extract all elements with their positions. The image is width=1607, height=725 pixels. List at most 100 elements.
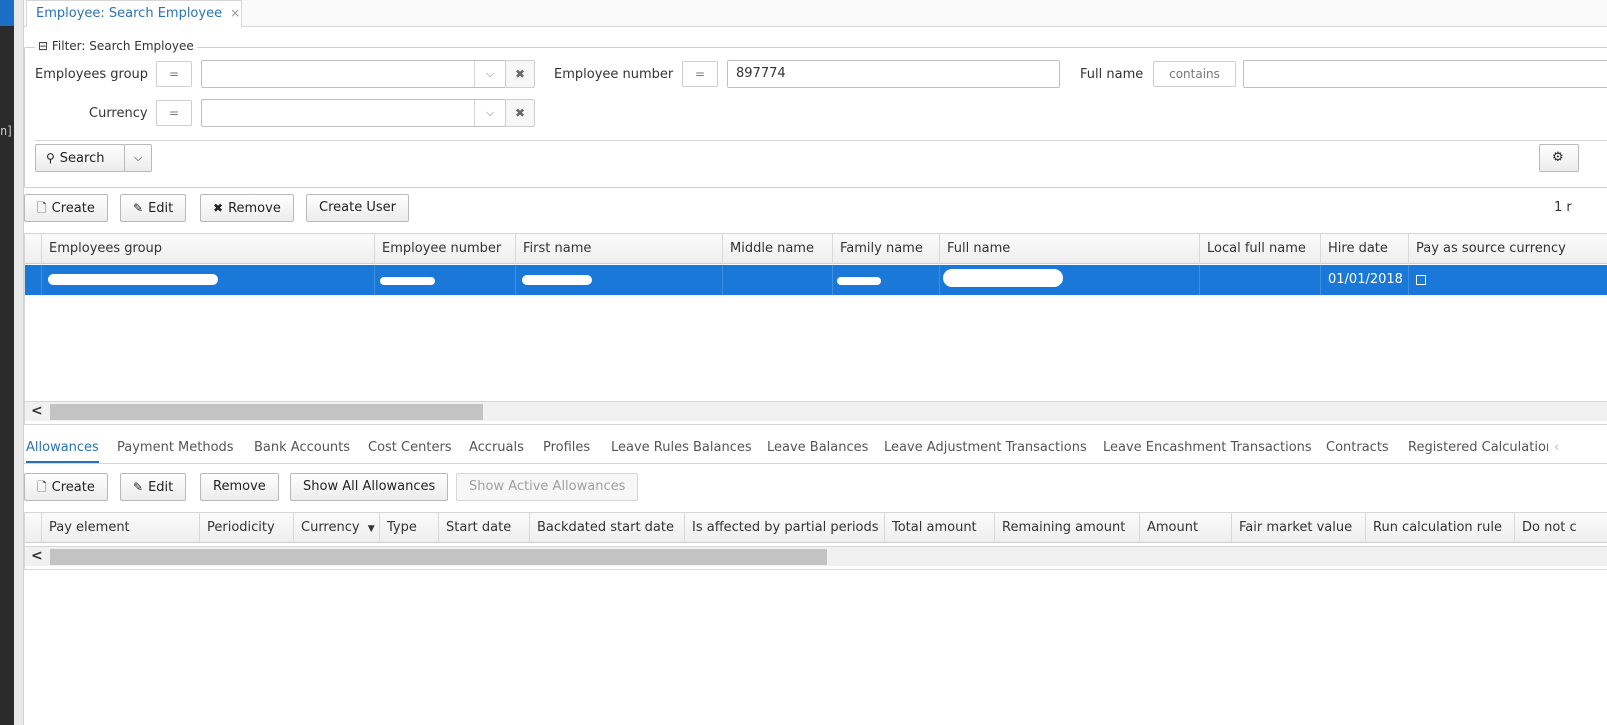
- tab-contracts[interactable]: Contracts: [1326, 440, 1389, 455]
- column-header[interactable]: Fair market value: [1232, 513, 1366, 543]
- redaction-mark: [380, 277, 435, 285]
- currency-combo[interactable]: ⌵: [201, 99, 506, 127]
- column-header[interactable]: Currency ▼: [294, 513, 380, 543]
- scrollbar-thumb[interactable]: [50, 549, 827, 565]
- pencil-icon: ✎: [133, 480, 144, 494]
- column-header[interactable]: Backdated start date: [530, 513, 685, 543]
- currency-operator[interactable]: =: [156, 100, 192, 126]
- table-row[interactable]: 01/01/2018: [25, 265, 1607, 295]
- full-name-cell: [940, 265, 1200, 295]
- employee-search-app: Employee: Search Employee × ⊟ Filter: Sea…: [24, 0, 1607, 725]
- pencil-icon: ✎: [133, 201, 144, 215]
- tab-cost-centers[interactable]: Cost Centers: [368, 440, 452, 455]
- tab-close-icon[interactable]: ×: [230, 6, 240, 20]
- employees-group-operator[interactable]: =: [156, 61, 192, 87]
- tab-search-employee[interactable]: Employee: Search Employee ×: [26, 0, 242, 27]
- checkbox-icon[interactable]: [1416, 274, 1426, 285]
- first-name-cell: [516, 265, 723, 295]
- column-header[interactable]: Middle name: [723, 234, 833, 264]
- left-strip-text: n]: [0, 124, 13, 138]
- column-header[interactable]: Family name: [833, 234, 940, 264]
- detail-tabs: Allowances Payment Methods Bank Accounts…: [24, 436, 1607, 464]
- filter-collapse-toggle[interactable]: ⊟ Filter: Search Employee: [35, 39, 197, 53]
- column-header[interactable]: Amount: [1140, 513, 1232, 543]
- column-header[interactable]: Pay element: [42, 513, 200, 543]
- tab-leave-encashment-transactions[interactable]: Leave Encashment Transactions: [1103, 440, 1312, 455]
- pay-as-source-currency-cell: [1409, 265, 1607, 295]
- remove-button[interactable]: ✖ Remove: [200, 194, 294, 222]
- full-name-label: Full name: [1080, 67, 1144, 82]
- tab-leave-balances[interactable]: Leave Balances: [767, 440, 868, 455]
- scroll-left-icon[interactable]: <: [31, 403, 43, 419]
- search-button[interactable]: ⚲ Search: [35, 144, 125, 172]
- column-header[interactable]: Employees group: [42, 234, 375, 264]
- tab-leave-rules-balances[interactable]: Leave Rules Balances: [611, 440, 752, 455]
- column-header[interactable]: Employee number: [375, 234, 516, 264]
- column-header[interactable]: Run calculation rule: [1366, 513, 1515, 543]
- column-header[interactable]: Remaining amount: [995, 513, 1140, 543]
- filter-panel: ⊟ Filter: Search Employee Employees grou…: [24, 39, 1607, 188]
- employee-number-label: Employee number: [554, 67, 674, 82]
- search-options-button[interactable]: ⌵: [124, 144, 152, 172]
- table-horizontal-scrollbar[interactable]: <: [25, 401, 1607, 421]
- full-name-operator[interactable]: contains: [1153, 61, 1236, 87]
- column-header[interactable]: Local full name: [1200, 234, 1321, 264]
- column-header[interactable]: Type: [380, 513, 439, 543]
- currency-column-label: Currency: [301, 520, 360, 535]
- scroll-left-icon[interactable]: <: [31, 548, 43, 564]
- show-active-allowances-button[interactable]: Show Active Allowances: [456, 473, 639, 501]
- employees-table: Employees group Employee number First na…: [24, 233, 1607, 425]
- scrollbar-thumb[interactable]: [50, 404, 483, 420]
- search-button-label: Search: [59, 151, 105, 166]
- clear-currency-icon[interactable]: ✖: [505, 99, 535, 127]
- allowance-create-button[interactable]: 🗋 Create: [24, 473, 108, 501]
- show-all-allowances-button[interactable]: Show All Allowances: [290, 473, 449, 501]
- allowance-remove-label: Remove: [213, 479, 266, 494]
- allowance-remove-button[interactable]: Remove: [200, 473, 279, 501]
- edit-button-label: Edit: [148, 201, 174, 216]
- family-name-cell: [833, 265, 940, 295]
- tab-allowances[interactable]: Allowances: [26, 440, 99, 455]
- left-window-strip: n]: [0, 0, 14, 725]
- chevron-down-icon[interactable]: ⌵: [474, 61, 505, 87]
- allowances-horizontal-scrollbar[interactable]: <: [25, 546, 1607, 566]
- chevron-down-icon: ⌵: [133, 151, 143, 164]
- column-header[interactable]: Pay as source currency: [1409, 234, 1607, 264]
- tab-registered-calculation[interactable]: Registered Calculation: [1408, 440, 1548, 455]
- tab-bar: Employee: Search Employee ×: [24, 0, 1607, 27]
- column-header[interactable]: Do not c: [1515, 513, 1607, 543]
- new-document-icon: 🗋: [37, 201, 47, 215]
- tabs-scroll-left-icon[interactable]: ‹: [1554, 440, 1559, 455]
- filter-settings-button[interactable]: ⚙: [1539, 144, 1579, 172]
- allowance-edit-button[interactable]: ✎ Edit: [120, 473, 187, 501]
- tab-title: Employee: Search Employee: [36, 6, 223, 21]
- tab-leave-adjustment-transactions[interactable]: Leave Adjustment Transactions: [884, 440, 1087, 455]
- show-active-allowances-label: Show Active Allowances: [469, 479, 626, 494]
- column-header[interactable]: Hire date: [1321, 234, 1409, 264]
- record-count: 1 r: [1554, 200, 1572, 215]
- create-button[interactable]: 🗋 Create: [24, 194, 108, 222]
- column-header[interactable]: Is affected by partial periods: [685, 513, 885, 543]
- column-header[interactable]: First name: [516, 234, 723, 264]
- edit-button[interactable]: ✎ Edit: [120, 194, 187, 222]
- column-header[interactable]: Total amount: [885, 513, 995, 543]
- employees-group-combo[interactable]: ⌵: [201, 60, 506, 88]
- gear-icon: ⚙: [1552, 150, 1564, 165]
- clear-employees-group-icon[interactable]: ✖: [505, 60, 535, 88]
- employee-number-operator[interactable]: =: [682, 61, 718, 87]
- create-user-button[interactable]: Create User: [306, 194, 409, 222]
- column-header[interactable]: Start date: [439, 513, 530, 543]
- column-header[interactable]: Full name: [940, 234, 1200, 264]
- redaction-mark: [48, 274, 218, 285]
- left-gutter: [14, 0, 24, 725]
- allowances-table: Pay element Periodicity Currency ▼ Type …: [24, 512, 1607, 570]
- tab-payment-methods[interactable]: Payment Methods: [117, 440, 234, 455]
- tab-accruals[interactable]: Accruals: [469, 440, 524, 455]
- employee-number-input[interactable]: 897774: [727, 60, 1060, 88]
- column-header[interactable]: Periodicity: [200, 513, 294, 543]
- full-name-input[interactable]: [1243, 60, 1607, 88]
- tab-profiles[interactable]: Profiles: [543, 440, 590, 455]
- tab-bank-accounts[interactable]: Bank Accounts: [254, 440, 350, 455]
- chevron-down-icon[interactable]: ⌵: [474, 100, 505, 126]
- sort-desc-icon[interactable]: ▼: [368, 524, 375, 534]
